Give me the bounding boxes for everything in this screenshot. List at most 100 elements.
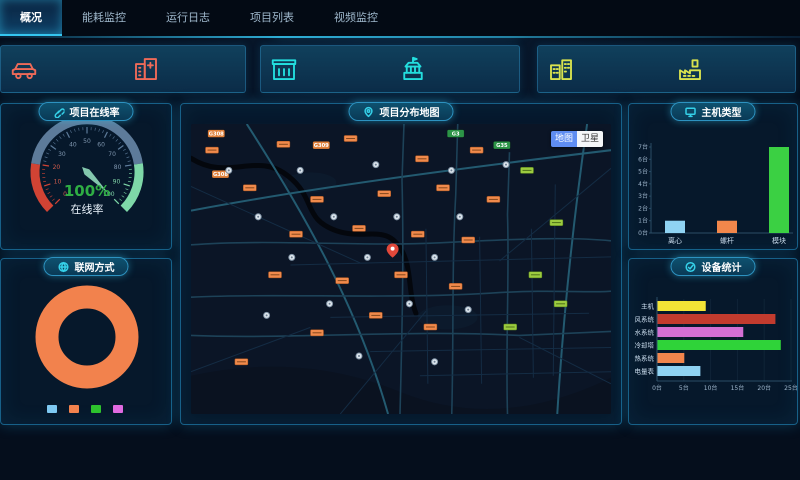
map-pin[interactable]: [327, 301, 333, 307]
map-pin[interactable]: [457, 214, 463, 220]
map-marker[interactable]: [470, 147, 483, 153]
stat-item: [538, 46, 667, 92]
map-marker[interactable]: [369, 312, 382, 318]
map-pin[interactable]: [394, 214, 400, 220]
hospital-icon: [131, 54, 161, 84]
svg-text:4台: 4台: [638, 180, 648, 188]
map-pin[interactable]: [364, 254, 370, 260]
navbar-divider: [0, 36, 800, 38]
panel-host-type-header: 主机类型: [671, 102, 756, 121]
legend-swatch: [47, 405, 57, 413]
nav-tab-1[interactable]: 概况: [0, 0, 62, 36]
map-marker[interactable]: [336, 278, 349, 284]
legend-item-2[interactable]: [69, 405, 82, 413]
map-marker[interactable]: [521, 167, 534, 173]
map-marker[interactable]: [487, 196, 500, 202]
svg-text:冷却塔: 冷却塔: [635, 341, 655, 350]
svg-text:20台: 20台: [757, 384, 771, 392]
map-pin[interactable]: [432, 359, 438, 365]
svg-text:G35: G35: [496, 143, 508, 149]
map-btn-satellite[interactable]: 卫星: [577, 131, 603, 147]
map-pin[interactable]: [406, 301, 412, 307]
map-marker[interactable]: [424, 324, 437, 330]
panel-title: 联网方式: [75, 259, 115, 274]
panel-network-type-header: 联网方式: [44, 257, 129, 276]
road-badge-G309: G309: [313, 141, 330, 149]
map-marker[interactable]: [550, 220, 563, 226]
map-marker[interactable]: [277, 141, 290, 147]
nav-tab-3[interactable]: 运行日志: [146, 0, 230, 36]
map-marker[interactable]: [411, 231, 424, 237]
link-icon: [53, 106, 65, 118]
map-pin[interactable]: [264, 312, 270, 318]
map-pin-icon: [363, 106, 375, 118]
map-pin[interactable]: [448, 167, 454, 173]
svg-text:G3: G3: [452, 131, 460, 137]
map-marker[interactable]: [269, 272, 282, 278]
panel-network-type: 联网方式: [0, 258, 172, 425]
svg-text:6台: 6台: [638, 155, 648, 163]
map-marker[interactable]: [311, 196, 324, 202]
map-marker[interactable]: [235, 359, 248, 365]
stat-item: [390, 46, 519, 92]
map-marker[interactable]: [206, 147, 219, 153]
nav-tab-2[interactable]: 能耗监控: [62, 0, 146, 36]
panel-project-map-header: 项目分布地图: [349, 102, 454, 121]
gauge-value: 100%: [64, 182, 110, 200]
stat-item: [123, 46, 245, 92]
nav-tab-5[interactable]: 视频监控: [314, 0, 398, 36]
map-marker[interactable]: [243, 185, 256, 191]
map-marker[interactable]: [449, 283, 462, 289]
map-pin[interactable]: [503, 162, 509, 168]
network-type-donut: [1, 259, 171, 424]
panel-title: 项目分布地图: [380, 104, 440, 119]
svg-text:G308: G308: [209, 131, 224, 137]
legend-item-4[interactable]: [113, 405, 126, 413]
nav-tab-4[interactable]: 项目列表: [230, 0, 314, 36]
map-pin[interactable]: [465, 307, 471, 313]
map-pin[interactable]: [373, 162, 379, 168]
bank-icon: [269, 54, 299, 84]
svg-text:电量表: 电量表: [635, 367, 655, 376]
legend-item-3[interactable]: [91, 405, 104, 413]
svg-text:40: 40: [69, 141, 77, 148]
map-pin[interactable]: [255, 214, 261, 220]
svg-text:15台: 15台: [731, 384, 745, 392]
map-marker[interactable]: [344, 135, 357, 141]
map-btn-map[interactable]: 地图: [551, 131, 577, 147]
legend-swatch: [69, 405, 79, 413]
map-marker[interactable]: [462, 237, 475, 243]
panel-title: 设备统计: [702, 259, 742, 274]
map-marker[interactable]: [353, 225, 366, 231]
panel-online-rate: 项目在线率 0102030405060708090100100%在线率: [0, 103, 172, 250]
map-marker[interactable]: [378, 191, 391, 197]
map-layer-controls: 地图卫星: [551, 131, 603, 147]
map-pin[interactable]: [432, 254, 438, 260]
stat-item: [261, 46, 390, 92]
map-pin[interactable]: [356, 353, 362, 359]
network-type-legend: [1, 405, 171, 413]
svg-text:模块: 模块: [772, 236, 786, 245]
panel-online-rate-header: 项目在线率: [39, 102, 134, 121]
map-marker[interactable]: [437, 185, 450, 191]
map-pin[interactable]: [331, 214, 337, 220]
map-marker[interactable]: [416, 156, 429, 162]
map-marker[interactable]: [504, 324, 517, 330]
map-marker[interactable]: [290, 231, 303, 237]
map-pin[interactable]: [297, 167, 303, 173]
map-marker[interactable]: [311, 330, 324, 336]
device-stats-bar-chart: 0台5台10台15台20台25台主机风系统水系统冷却塔热系统电量表: [629, 259, 797, 424]
navbar: 概况能耗监控运行日志项目列表视频监控: [0, 0, 800, 36]
legend-swatch: [91, 405, 101, 413]
stat-item: [667, 46, 796, 92]
map-marker[interactable]: [554, 301, 567, 307]
road-badge-G35: G35: [493, 141, 510, 149]
map-marker[interactable]: [529, 272, 542, 278]
svg-text:5台: 5台: [638, 168, 648, 176]
map-marker[interactable]: [395, 272, 408, 278]
map-pin[interactable]: [226, 167, 232, 173]
map-pin[interactable]: [289, 254, 295, 260]
map-canvas[interactable]: G308G309G308G3G35 地图卫星: [191, 124, 611, 414]
stat-card-2: [260, 45, 520, 93]
legend-item-1[interactable]: [47, 405, 60, 413]
